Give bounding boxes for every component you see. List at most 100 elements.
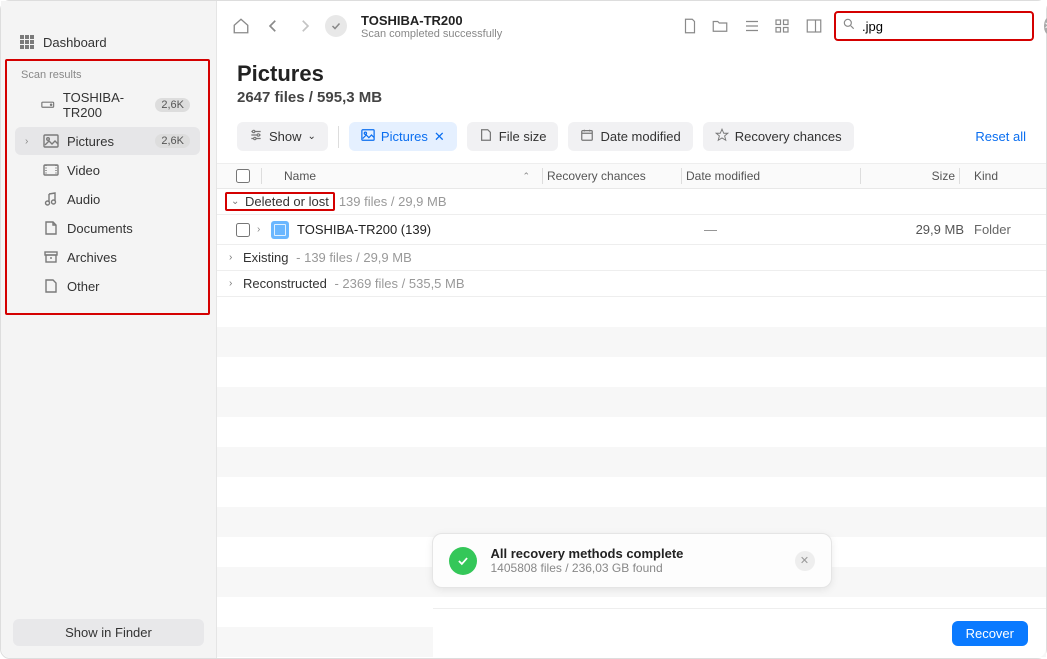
sidebar-item-video[interactable]: Video — [15, 156, 200, 184]
recover-button[interactable]: Recover — [952, 621, 1028, 646]
sidebar-item-label: Other — [67, 279, 100, 294]
column-name[interactable]: Name⌃ — [266, 169, 538, 183]
toast-title: All recovery methods complete — [491, 546, 684, 561]
main-panel: TOSHIBA-TR200 Scan completed successfull… — [217, 1, 1046, 658]
chevron-right-icon: › — [229, 278, 243, 289]
sidebar-item-label: Video — [67, 163, 100, 178]
sidebar-item-documents[interactable]: Documents — [15, 214, 200, 242]
sidebar-item-pictures[interactable]: › Pictures 2,6K — [15, 127, 200, 155]
image-icon — [43, 133, 59, 149]
grid-view-button[interactable] — [770, 14, 794, 38]
reset-all-button[interactable]: Reset all — [975, 129, 1026, 144]
forward-button[interactable] — [293, 14, 317, 38]
sidebar-item-label: Archives — [67, 250, 117, 265]
window-controls — [1, 5, 216, 27]
file-size: 29,9 MB — [874, 222, 964, 237]
group-stats: 139 files / 29,9 MB — [339, 194, 447, 209]
count-badge: 2,6K — [155, 98, 190, 112]
chevron-right-icon: › — [25, 136, 35, 147]
filter-datemodified[interactable]: Date modified — [568, 122, 692, 151]
group-existing[interactable]: › Existing - 139 files / 29,9 MB — [217, 245, 1046, 271]
image-icon — [361, 128, 375, 145]
row-checkbox[interactable] — [236, 223, 250, 237]
home-button[interactable] — [229, 14, 253, 38]
folder-view-button[interactable] — [708, 14, 732, 38]
filter-label: Date modified — [600, 129, 680, 144]
sidebar-item-other[interactable]: Other — [15, 272, 200, 300]
page-subtitle: 2647 files / 595,3 MB — [237, 89, 1026, 106]
table-row[interactable]: › TOSHIBA-TR200 (139) — 29,9 MB Folder — [217, 215, 1046, 245]
show-dropdown[interactable]: Show ⌄ — [237, 122, 328, 151]
group-label: Existing — [243, 250, 289, 265]
search-box[interactable]: ✕ — [834, 11, 1034, 41]
select-all-checkbox[interactable] — [236, 169, 250, 183]
sidebar-item-dashboard[interactable]: Dashboard — [9, 28, 208, 56]
sidebar-item-label: Dashboard — [43, 35, 107, 50]
list-view-button[interactable] — [740, 14, 764, 38]
count-badge: 2,6K — [155, 134, 190, 148]
show-in-finder-button[interactable]: Show in Finder — [13, 619, 204, 646]
filter-pictures[interactable]: Pictures ✕ — [349, 122, 457, 151]
device-title: TOSHIBA-TR200 — [361, 13, 502, 28]
toast-subtitle: 1405808 files / 236,03 GB found — [491, 561, 684, 575]
completion-toast: All recovery methods complete 1405808 fi… — [432, 533, 832, 588]
column-datemodified[interactable]: Date modified — [686, 169, 856, 183]
group-reconstructed[interactable]: › Reconstructed - 2369 files / 535,5 MB — [217, 271, 1046, 297]
remove-filter-icon[interactable]: ✕ — [434, 129, 445, 145]
column-size[interactable]: Size — [865, 169, 955, 183]
footer: Recover — [433, 608, 1046, 658]
file-kind: Folder — [964, 222, 1034, 237]
sidebar-item-label: TOSHIBA-TR200 — [63, 90, 147, 120]
title-block: TOSHIBA-TR200 Scan completed successfull… — [361, 13, 502, 40]
column-recovery[interactable]: Recovery chances — [547, 169, 677, 183]
video-icon — [43, 162, 59, 178]
scan-status-text: Scan completed successfully — [361, 28, 502, 40]
chevron-down-icon: ⌄ — [308, 131, 316, 142]
column-kind[interactable]: Kind — [964, 169, 1034, 183]
toast-close-button[interactable]: ✕ — [795, 551, 815, 571]
search-icon — [842, 17, 856, 36]
sort-asc-icon: ⌃ — [522, 171, 530, 182]
chevron-right-icon: › — [229, 252, 243, 263]
filter-label: Pictures — [381, 129, 428, 144]
group-label: Deleted or lost — [245, 194, 329, 209]
sidebar-section-label: Scan results — [7, 61, 208, 83]
group-stats: - 139 files / 29,9 MB — [293, 250, 412, 265]
calendar-icon — [580, 128, 594, 145]
folder-icon — [271, 221, 289, 239]
preview-pane-button[interactable] — [802, 14, 826, 38]
file-list: ⌄ Deleted or lost 139 files / 29,9 MB › … — [217, 189, 1046, 297]
table-header: Name⌃ Recovery chances Date modified Siz… — [217, 164, 1046, 189]
sliders-icon — [249, 128, 263, 145]
sidebar-item-label: Audio — [67, 192, 100, 207]
file-name: TOSHIBA-TR200 (139) — [297, 222, 574, 237]
document-icon — [43, 220, 59, 236]
chevron-right-icon[interactable]: › — [257, 224, 271, 235]
sidebar-item-archives[interactable]: Archives — [15, 243, 200, 271]
sidebar-item-device[interactable]: TOSHIBA-TR200 2,6K — [15, 84, 200, 126]
back-button[interactable] — [261, 14, 285, 38]
file-datemodified: — — [704, 222, 874, 237]
file-icon — [43, 278, 59, 294]
filter-label: File size — [499, 129, 547, 144]
group-deleted[interactable]: ⌄ Deleted or lost 139 files / 29,9 MB — [217, 189, 1046, 215]
group-stats: - 2369 files / 535,5 MB — [331, 276, 465, 291]
filter-recoverychances[interactable]: Recovery chances — [703, 122, 854, 151]
filter-filesize[interactable]: File size — [467, 122, 559, 151]
archive-icon — [43, 249, 59, 265]
page-title: Pictures — [237, 61, 1026, 87]
scan-results-highlight: Scan results TOSHIBA-TR200 2,6K › Pictur… — [5, 59, 210, 315]
sidebar-item-audio[interactable]: Audio — [15, 185, 200, 213]
filter-bar: Show ⌄ Pictures ✕ File size Date modifie… — [217, 114, 1046, 164]
sidebar: Dashboard Scan results TOSHIBA-TR200 2,6… — [1, 1, 217, 658]
checkmark-icon — [449, 547, 477, 575]
show-label: Show — [269, 129, 302, 144]
group-label: Reconstructed — [243, 276, 327, 291]
search-input[interactable] — [862, 19, 1038, 34]
filter-label: Recovery chances — [735, 129, 842, 144]
empty-rows-area — [217, 297, 1046, 658]
file-view-button[interactable] — [678, 14, 702, 38]
drive-icon — [41, 97, 54, 113]
star-icon — [715, 128, 729, 145]
chevron-down-icon: ⌄ — [231, 196, 245, 207]
